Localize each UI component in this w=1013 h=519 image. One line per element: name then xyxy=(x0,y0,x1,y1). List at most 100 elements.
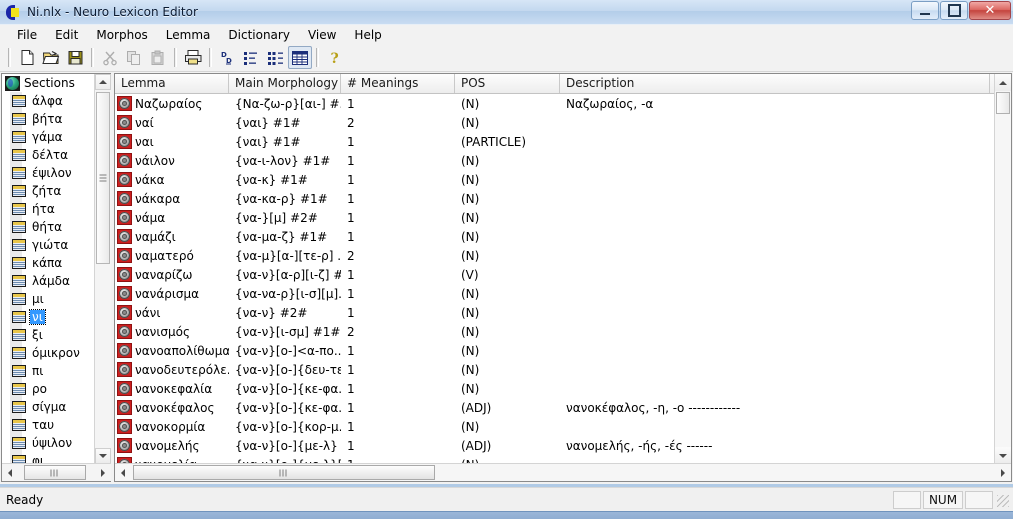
scroll-track[interactable] xyxy=(131,465,995,480)
list-button[interactable] xyxy=(264,46,288,69)
menu-item-dictionary[interactable]: Dictionary xyxy=(219,27,299,43)
new-document-button[interactable] xyxy=(15,46,39,69)
sidebar-item-6[interactable]: ζήτα xyxy=(2,182,95,200)
sidebar-item-1[interactable]: άλφα xyxy=(2,92,95,110)
sidebar-item-20[interactable]: ύψιλον xyxy=(2,434,95,452)
minimize-button[interactable] xyxy=(911,1,939,20)
cell-pos: (V) xyxy=(461,267,479,282)
scroll-right-button[interactable] xyxy=(95,465,111,480)
scroll-right-button[interactable] xyxy=(995,465,1011,480)
sidebar-item-5[interactable]: έψιλον xyxy=(2,164,95,182)
sidebar-item-11[interactable]: λάμδα xyxy=(2,272,95,290)
table-row[interactable]: νανοδευτερόλε... {να-ν}[ο-]{δευ-τε... 1 (N) xyxy=(115,360,995,379)
copy-button[interactable] xyxy=(122,46,146,69)
help-button[interactable]: ? xyxy=(323,46,347,69)
column-header-pos[interactable]: POS xyxy=(455,74,560,93)
details-button[interactable] xyxy=(288,46,312,69)
table-row[interactable]: νάμα {να-}[μ] #2# 1 (N) xyxy=(115,208,995,227)
sidebar-item-13[interactable]: νι xyxy=(2,308,95,326)
sidebar-item-16[interactable]: πι xyxy=(2,362,95,380)
cell-meanings: 2 xyxy=(347,115,355,130)
table-row[interactable]: νάιλον {να-ι-λον} #1# 1 (N) xyxy=(115,151,995,170)
scroll-down-button[interactable] xyxy=(995,447,1011,464)
list-horizontal-scrollbar[interactable] xyxy=(115,463,1011,481)
lemma-entry-icon xyxy=(117,343,132,358)
sidebar-item-9[interactable]: γιώτα xyxy=(2,236,95,254)
scroll-left-button[interactable] xyxy=(115,465,131,480)
column-header-meanings[interactable]: # Meanings xyxy=(341,74,455,93)
menu-item-morphos[interactable]: Morphos xyxy=(87,27,156,43)
print-button[interactable] xyxy=(181,46,205,69)
scroll-up-button[interactable] xyxy=(995,74,1011,91)
table-row[interactable]: νανοκορμία {να-ν}[ο-]{κορ-μ... 1 (N) xyxy=(115,417,995,436)
cell-morphology: {να-μ}[α-][τε-ρ] ... xyxy=(235,248,341,263)
menu-item-file[interactable]: File xyxy=(8,27,46,43)
scroll-thumb[interactable] xyxy=(996,92,1010,114)
scroll-left-button[interactable] xyxy=(2,465,18,480)
table-row[interactable]: ναματερό {να-μ}[α-][τε-ρ] ... 2 (N) xyxy=(115,246,995,265)
table-row[interactable]: ναμάζι {να-μα-ζ} #1# 1 (N) xyxy=(115,227,995,246)
table-row[interactable]: νανομελής {να-ν}[ο-]{με-λ} ... 1 (ADJ) νανομ… xyxy=(115,436,995,455)
column-header-lemma[interactable]: Lemma xyxy=(115,74,229,93)
cell-text: Ναζωραίος xyxy=(135,96,203,111)
sidebar-item-19[interactable]: ταυ xyxy=(2,416,95,434)
sidebar-item-4[interactable]: δέλτα xyxy=(2,146,95,164)
menu-item-lemma[interactable]: Lemma xyxy=(157,27,220,43)
cell-morphology: {να-κα-ρ} #1# xyxy=(235,191,328,206)
table-row[interactable]: νάκαρα {να-κα-ρ} #1# 1 (N) xyxy=(115,189,995,208)
lemma-entry-icon xyxy=(117,115,132,130)
sidebar-item-10[interactable]: κάπα xyxy=(2,254,95,272)
scroll-thumb[interactable] xyxy=(133,465,435,480)
list-vertical-scrollbar[interactable] xyxy=(994,74,1011,464)
sidebar-item-12[interactable]: μι xyxy=(2,290,95,308)
table-row[interactable]: ναναρίζω {να-ν}[α-ρ][ι-ζ] #... 1 (V) xyxy=(115,265,995,284)
cell-text: ναναρίζω xyxy=(135,267,193,282)
sections-horizontal-scrollbar[interactable] xyxy=(2,463,111,481)
toolbar-separator xyxy=(91,48,94,67)
sidebar-item-14[interactable]: ξι xyxy=(2,326,95,344)
table-row[interactable]: ναι {ναι} #1# 1 (PARTICLE) xyxy=(115,132,995,151)
column-header-description[interactable]: Description xyxy=(560,74,990,93)
small-icons-button[interactable] xyxy=(240,46,264,69)
scroll-thumb[interactable] xyxy=(96,92,110,264)
sidebar-item-15[interactable]: όμικρον xyxy=(2,344,95,362)
cell-meanings: 1 xyxy=(347,134,355,149)
table-row[interactable]: νάνι {να-ν} #2# 1 (N) xyxy=(115,303,995,322)
table-row[interactable]: νανοκέφαλος {να-ν}[ο-]{κε-φα... 1 (ADJ) νανο… xyxy=(115,398,995,417)
paste-button[interactable] xyxy=(146,46,170,69)
table-row[interactable]: ναί {ναι} #1# 2 (N) xyxy=(115,113,995,132)
maximize-button[interactable] xyxy=(940,1,968,20)
table-row[interactable]: νανοαπολίθωμα {να-ν}[ο-]<α-πο... 1 (N) xyxy=(115,341,995,360)
cut-button[interactable] xyxy=(98,46,122,69)
column-header-main-morphology[interactable]: Main Morphology xyxy=(229,74,341,93)
tree-root-node[interactable]: Sections xyxy=(2,74,95,92)
sidebar-item-label: ζήτα xyxy=(32,184,62,198)
sidebar-item-8[interactable]: θήτα xyxy=(2,218,95,236)
sidebar-item-3[interactable]: γάμα xyxy=(2,128,95,146)
close-button[interactable]: ✕ xyxy=(969,1,1011,20)
table-row[interactable]: νάκα {να-κ} #1# 1 (N) xyxy=(115,170,995,189)
menu-item-edit[interactable]: Edit xyxy=(46,27,87,43)
save-button[interactable] xyxy=(63,46,87,69)
table-row[interactable]: νανισμός {να-ν}[ι-σμ] #1# 2 (N) xyxy=(115,322,995,341)
scroll-track[interactable] xyxy=(18,465,95,480)
menu-item-view[interactable]: View xyxy=(299,27,345,43)
resize-grip[interactable] xyxy=(995,491,1011,509)
print-icon xyxy=(184,50,201,65)
table-row[interactable]: νανοκεφαλία {να-ν}[ο-]{κε-φα... 1 (N) xyxy=(115,379,995,398)
sidebar-item-17[interactable]: ρο xyxy=(2,380,95,398)
sections-vertical-scrollbar[interactable] xyxy=(94,74,111,464)
scroll-thumb[interactable] xyxy=(24,465,86,480)
scroll-up-button[interactable] xyxy=(95,74,111,90)
menu-item-help[interactable]: Help xyxy=(345,27,390,43)
sort-button[interactable]: D D xyxy=(216,46,240,69)
status-bar: Ready NUM xyxy=(0,487,1013,511)
lemma-entry-icon xyxy=(117,172,132,187)
scroll-down-button[interactable] xyxy=(95,448,111,464)
open-file-button[interactable] xyxy=(39,46,63,69)
sidebar-item-2[interactable]: βήτα xyxy=(2,110,95,128)
sidebar-item-18[interactable]: σίγμα xyxy=(2,398,95,416)
table-row[interactable]: νανάρισμα {να-να-ρ}[ι-σ][μ]... 1 (N) xyxy=(115,284,995,303)
table-row[interactable]: Ναζωραίος {Να-ζω-ρ}[αι-] #... 1 (N) Ναζωραίο… xyxy=(115,94,995,113)
sidebar-item-7[interactable]: ήτα xyxy=(2,200,95,218)
